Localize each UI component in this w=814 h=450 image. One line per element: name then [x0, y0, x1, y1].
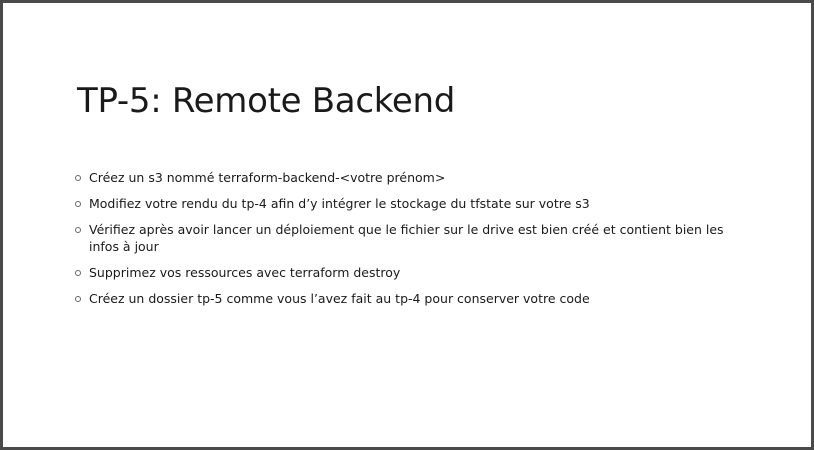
bullet-circle-icon	[75, 270, 81, 276]
bullet-item: Supprimez vos ressources avec terraform …	[75, 264, 745, 281]
slide: TP-5: Remote Backend Créez un s3 nommé t…	[3, 3, 811, 447]
bullet-circle-icon	[75, 296, 81, 302]
bullet-text: Supprimez vos ressources avec terraform …	[89, 265, 401, 280]
bullet-item: Créez un dossier tp-5 comme vous l’avez …	[75, 290, 745, 307]
slide-title: TP-5: Remote Backend	[77, 81, 456, 121]
bullet-circle-icon	[75, 175, 81, 181]
bullet-item: Créez un s3 nommé terraform-backend-<vot…	[75, 169, 745, 186]
presentation-frame: TP-5: Remote Backend Créez un s3 nommé t…	[0, 0, 814, 450]
bullet-item: Vérifiez après avoir lancer un déploieme…	[75, 221, 745, 255]
bullet-text: Créez un s3 nommé terraform-backend-<vot…	[89, 170, 446, 185]
bullet-circle-icon	[75, 227, 81, 233]
bullet-circle-icon	[75, 201, 81, 207]
bullet-list: Créez un s3 nommé terraform-backend-<vot…	[75, 169, 745, 316]
bullet-item: Modifiez votre rendu du tp-4 afin d’y in…	[75, 195, 745, 212]
bullet-text: Vérifiez après avoir lancer un déploieme…	[89, 222, 724, 254]
bullet-text: Modifiez votre rendu du tp-4 afin d’y in…	[89, 196, 590, 211]
bullet-text: Créez un dossier tp-5 comme vous l’avez …	[89, 291, 590, 306]
